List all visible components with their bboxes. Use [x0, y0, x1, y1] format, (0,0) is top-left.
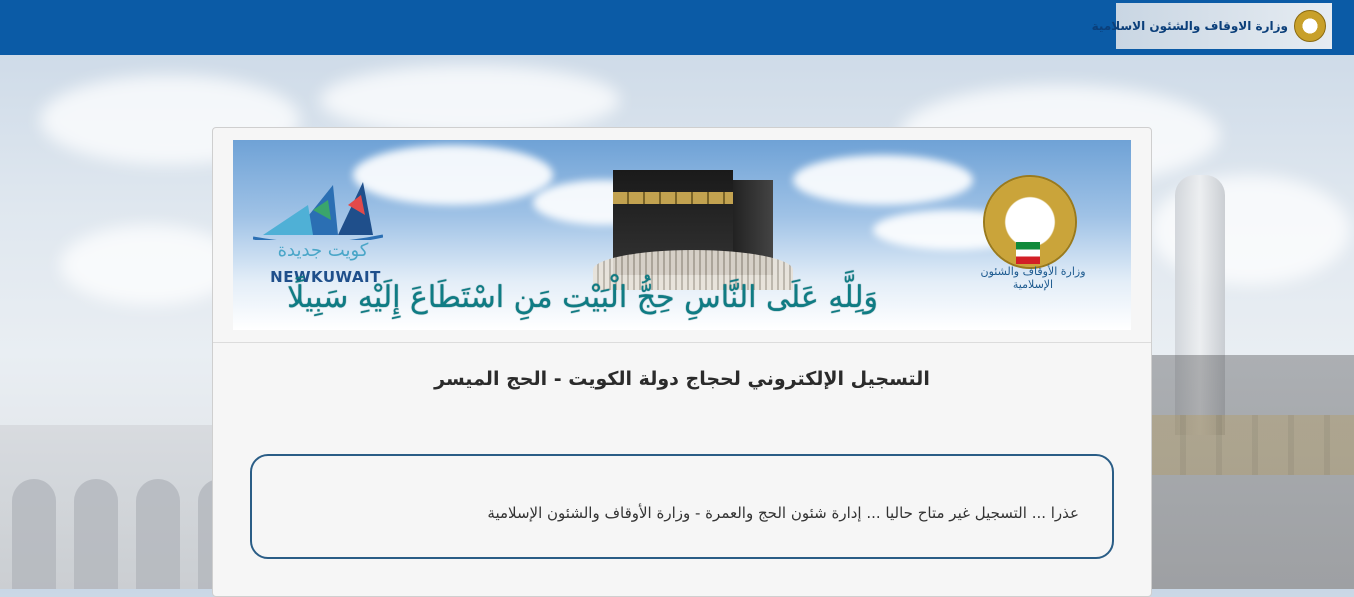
registration-card: كويت جديدة NEWKUWAIT وَلِلَّهِ عَلَى الن… — [212, 127, 1152, 597]
divider — [213, 342, 1151, 343]
ministry-brand-link[interactable]: وزارة الاوقاف والشئون الاسلامية — [1092, 3, 1332, 49]
new-kuwait-sail-icon — [253, 182, 383, 240]
notice-message: عذرا ... التسجيل غير متاح حاليا ... إدار… — [487, 504, 1079, 522]
new-kuwait-arabic: كويت جديدة — [277, 240, 369, 261]
hajj-banner: كويت جديدة NEWKUWAIT وَلِلَّهِ عَلَى الن… — [233, 140, 1131, 330]
ministry-logo: وزارة الأوقاف والشئون الإسلامية — [968, 170, 1098, 300]
notice-box: عذرا ... التسجيل غير متاح حاليا ... إدار… — [250, 454, 1114, 559]
top-bar: وزارة الاوقاف والشئون الاسلامية — [0, 0, 1354, 55]
brand-title: وزارة الاوقاف والشئون الاسلامية — [1091, 19, 1288, 33]
kuwait-flag-icon — [1016, 242, 1040, 264]
quran-verse-calligraphy: وَلِلَّهِ عَلَى النَّاسِ حِجُّ الْبَيْتِ… — [287, 280, 878, 315]
page-title: التسجيل الإلكتروني لحجاج دولة الكويت - ا… — [434, 368, 930, 390]
ministry-emblem-icon — [1294, 10, 1326, 42]
ministry-seal-text: وزارة الأوقاف والشئون الإسلامية — [980, 265, 1086, 291]
